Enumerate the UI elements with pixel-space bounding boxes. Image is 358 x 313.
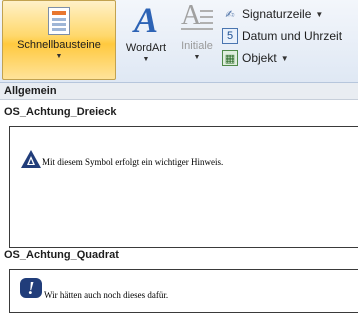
chevron-down-icon: ▼ (193, 54, 201, 61)
datum-label: Datum und Uhrzeit (242, 29, 343, 43)
chevron-down-icon: ▼ (315, 9, 324, 19)
initiale-label: Initiale (181, 40, 213, 52)
category-header: Allgemein (0, 83, 358, 100)
quick-parts-icon (48, 7, 70, 35)
signature-line-icon: ✍ (225, 8, 235, 21)
chevron-down-icon: ▼ (55, 53, 63, 60)
gallery-entry-title: OS_Achtung_Quadrat (4, 249, 119, 261)
preview-text: Mit diesem Symbol erfolgt ein wichtiger … (42, 157, 224, 167)
warning-square-icon: ! (20, 278, 42, 298)
wordart-button[interactable]: A WordArt ▼ (118, 0, 174, 80)
initiale-button[interactable]: A Initiale ▼ (174, 0, 220, 80)
schnellbausteine-button[interactable]: Schnellbausteine ▼ (2, 0, 116, 80)
datum-uhrzeit-button[interactable]: 5 Datum und Uhrzeit (222, 26, 342, 46)
objekt-label: Objekt (242, 51, 277, 65)
chevron-down-icon: ▼ (142, 56, 150, 63)
text-insert-group: ✍ Signaturzeile ▼ 5 Datum und Uhrzeit ▦ … (222, 4, 342, 70)
quick-parts-gallery: Allgemein OS_Achtung_Dreieck Mit diesem … (0, 83, 358, 313)
gallery-entry-title: OS_Achtung_Dreieck (4, 106, 117, 118)
chevron-down-icon: ▼ (280, 53, 289, 63)
signaturzeile-label: Signaturzeile (242, 7, 312, 21)
warning-triangle-icon (21, 150, 41, 168)
gallery-entry-dreieck[interactable]: Mit diesem Symbol erfolgt ein wichtiger … (9, 126, 358, 248)
date-time-icon: 5 (222, 28, 238, 44)
wordart-icon: A (133, 0, 158, 40)
preview-text: Wir hätten auch noch dieses dafür. (44, 290, 169, 300)
objekt-button[interactable]: ▦ Objekt ▼ (222, 48, 342, 68)
gallery-entry-quadrat[interactable]: ! Wir hätten auch noch dieses dafür. (9, 269, 358, 313)
drop-cap-icon: A (181, 0, 213, 36)
wordart-label: WordArt (125, 42, 167, 54)
object-icon: ▦ (222, 50, 238, 66)
schnellbausteine-label: Schnellbausteine (17, 39, 101, 51)
ribbon: Schnellbausteine ▼ A WordArt ▼ A Initial… (0, 0, 358, 83)
signaturzeile-button[interactable]: ✍ Signaturzeile ▼ (222, 4, 342, 24)
